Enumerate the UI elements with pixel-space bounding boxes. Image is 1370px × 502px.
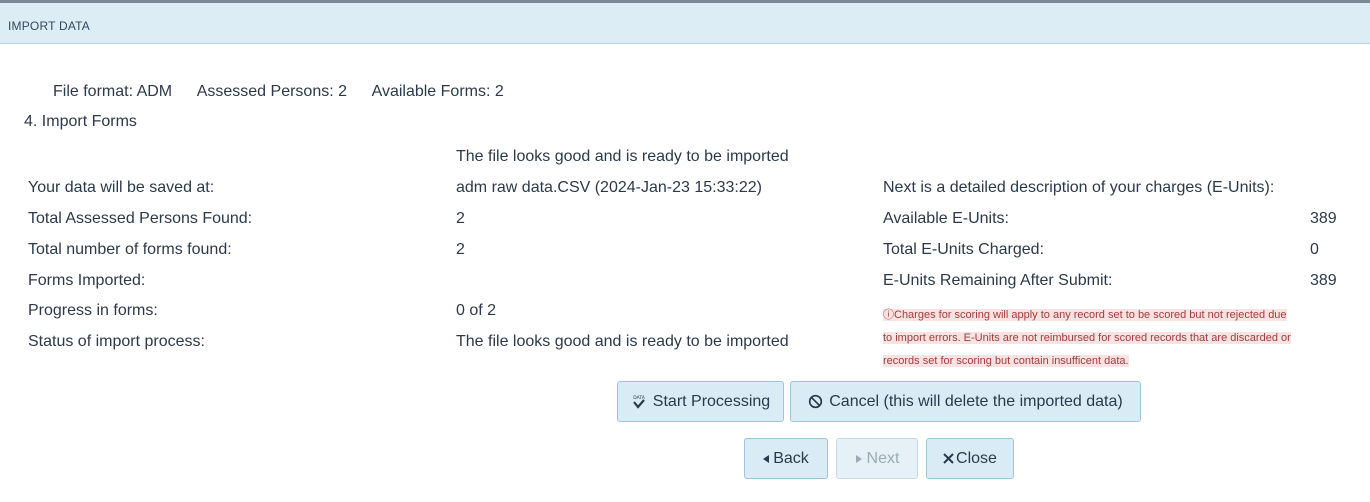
charges-value-charged: 0 — [1310, 241, 1319, 258]
dialog-header: IMPORT DATA — [0, 3, 1370, 44]
detail-value-save-location: adm raw data.CSV (2024-Jan-23 15:33:22) — [456, 179, 762, 196]
detail-value-persons-found: 2 — [456, 210, 465, 227]
detail-label-progress: Progress in forms: — [28, 302, 158, 319]
status-banner: The file looks good and is ready to be i… — [456, 148, 789, 165]
file-format-text: File format: ADM — [53, 83, 173, 100]
next-label: Next — [866, 449, 900, 467]
detail-label-forms-found: Total number of forms found: — [28, 241, 232, 258]
cancel-delete-label: Cancel (this will delete the imported da… — [829, 392, 1123, 410]
warning-line: ⓘCharges for scoring will apply to any r… — [883, 309, 1287, 321]
file-summary: File format: ADM Assessed Persons: 2 Ava… — [53, 83, 525, 101]
step-title: 4. Import Forms — [24, 113, 137, 130]
close-button[interactable]: Close — [926, 438, 1014, 479]
available-forms-text: Available Forms: 2 — [371, 83, 504, 100]
detail-label-status: Status of import process: — [28, 333, 205, 350]
detail-label-save-location: Your data will be saved at: — [28, 179, 215, 196]
detail-label-forms-imported: Forms Imported: — [28, 272, 146, 289]
start-processing-label: Start Processing — [652, 392, 771, 410]
detail-label-persons-found: Total Assessed Persons Found: — [28, 210, 253, 227]
detail-value-progress: 0 of 2 — [456, 302, 497, 319]
ban-icon — [808, 394, 823, 409]
charges-label-remaining: E-Units Remaining After Submit: — [883, 272, 1113, 289]
back-button[interactable]: Back — [744, 438, 828, 479]
start-processing-button[interactable]: DATA Start Processing — [617, 381, 784, 422]
charges-label-charged: Total E-Units Charged: — [883, 241, 1044, 258]
detail-value-status: The file looks good and is ready to be i… — [456, 333, 789, 350]
charges-label-available: Available E-Units: — [883, 210, 1009, 227]
charges-heading: Next is a detailed description of your c… — [883, 179, 1275, 196]
data-check-icon: DATA — [631, 394, 647, 410]
close-label: Close — [956, 449, 997, 467]
charges-warning: ⓘCharges for scoring will apply to any r… — [883, 304, 1313, 373]
charges-value-available: 389 — [1310, 210, 1337, 227]
triangle-left-icon — [763, 454, 770, 463]
charges-value-remaining: 389 — [1310, 272, 1337, 289]
warning-line: records set for scoring but contain insu… — [883, 355, 1129, 367]
assessed-persons-text: Assessed Persons: 2 — [196, 83, 347, 100]
dialog-title: IMPORT DATA — [8, 19, 90, 33]
cancel-delete-button[interactable]: Cancel (this will delete the imported da… — [790, 381, 1141, 422]
detail-value-forms-found: 2 — [456, 241, 465, 258]
x-icon — [943, 453, 954, 464]
triangle-right-icon — [855, 454, 862, 463]
warning-line: to import errors. E-Units are not reimbu… — [883, 332, 1291, 344]
next-button[interactable]: Next — [836, 438, 918, 479]
back-label: Back — [773, 449, 809, 467]
